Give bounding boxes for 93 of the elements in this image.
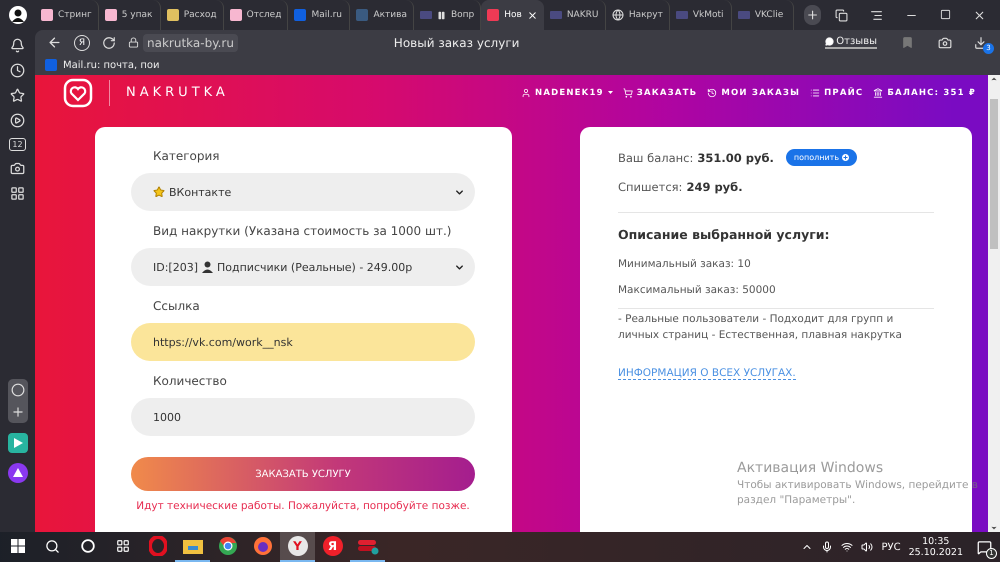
input-field[interactable]: 1000 [131,398,475,436]
profile-avatar-icon[interactable] [8,6,26,24]
address-field[interactable]: nakrutka-by.ru [143,34,238,52]
browser-tab[interactable]: Нов [481,0,544,30]
windows-icon[interactable] [10,539,24,553]
assistant-icon[interactable] [8,463,28,483]
activation-title: Активация Windows [737,460,884,476]
reviews-button[interactable]: Отзывы [825,36,877,49]
select-field[interactable]: ВКонтакте [131,173,475,211]
clock-icon[interactable] [10,63,25,78]
nav-link[interactable]: NADENEK19 [521,88,613,98]
balance-value: 351.00 руб. [697,150,774,164]
charge-label: Спишется: [618,180,682,194]
scrollbar-thumb[interactable] [990,98,998,248]
task-view-icon[interactable] [116,539,130,553]
brand-name: NAKRUTKA [109,80,229,106]
faded-site-icon [420,11,432,19]
microphone-icon[interactable] [821,541,834,553]
new-tab-button[interactable] [804,5,821,25]
site-icon [356,9,368,21]
calendar-icon[interactable]: 12 [9,138,26,151]
nav-link[interactable]: МОИ ЗАКАЗЫ [707,88,800,98]
scroll-up-icon[interactable] [990,75,998,83]
clock-date[interactable]: 25.10.2021 [908,547,963,558]
activation-text: Чтобы активировать Windows, перейдите в раздел "Параметры". [737,478,979,508]
bookmark-icon[interactable] [901,36,914,49]
history-icon [707,88,718,98]
charge-value: 249 руб. [686,180,743,194]
firefox-icon [252,536,272,556]
folder-icon [182,538,202,554]
search-icon[interactable] [45,538,60,554]
faded-site-icon [550,11,562,19]
yandex-browser-icon: Y [288,536,308,556]
star-icon [153,186,165,198]
lock-icon [128,37,139,48]
star-icon[interactable] [10,88,25,103]
cortana-icon[interactable] [80,539,94,553]
yandex-home-icon[interactable]: Я [74,34,90,50]
description-text: - Реальные пользователи - Подходит для групп и личных страниц - Естественная, плавная накрутка [618,312,903,343]
camera-icon[interactable] [10,161,25,176]
circle-icon[interactable] [10,383,24,397]
min-order: Минимальный заказ: 10 [618,258,752,270]
restore-icon[interactable] [940,8,951,20]
list-icon [810,88,820,98]
cart-icon [622,88,633,98]
camera-icon[interactable] [938,36,952,50]
field-label: Категория [153,149,221,163]
globe-icon [612,9,624,21]
close-icon[interactable] [973,8,986,22]
topup-button[interactable]: пополнить [786,149,858,166]
person-icon [202,261,213,273]
nav-link[interactable]: ЗАКАЗАТЬ [622,88,698,98]
bookmark-item[interactable]: Mail.ru: почта, пои [45,59,160,71]
faded-site-icon [676,11,688,19]
field-label: Ссылка [153,299,201,313]
menu-icon[interactable] [870,8,883,22]
faded-site-icon [738,11,750,19]
input-field[interactable]: https://vk.com/work__nsk [131,323,475,361]
play-app-icon[interactable] [8,433,28,453]
play-icon[interactable] [10,113,25,128]
select-field[interactable]: ID:[203] Подписчики (Реальные) - 249.00р [131,248,475,286]
balance-label: Ваш баланс: [618,150,694,164]
nav-link[interactable]: БАЛАНС: 351 ₽ [873,88,976,98]
nav-link[interactable]: ПРАЙС [810,88,864,98]
scroll-down-icon[interactable] [990,524,998,532]
volume-icon[interactable] [861,541,874,553]
stacked-app-icon [356,537,378,555]
bell-icon[interactable] [10,38,25,53]
order-button[interactable]: ЗАКАЗАТЬ УСЛУГУ [131,457,475,491]
plus-circle-icon [842,154,850,161]
yandex-icon: Я [322,536,342,556]
grid-icon[interactable] [10,186,25,201]
reload-icon[interactable] [102,36,116,50]
error-message: Идут технические работы. Пожалуйста, попробуйте позже. [135,500,471,512]
close-icon[interactable] [526,10,538,20]
tabs-icon[interactable] [835,8,848,22]
field-label: Вид накрутки (Указана стоимость за 1000 шт.) [153,224,452,238]
heart-logo-icon[interactable] [63,78,93,108]
scrollbar[interactable] [988,75,1000,532]
opera-icon [148,536,166,556]
notifications-icon[interactable] [977,540,992,554]
user-icon [521,88,531,98]
page-title: Новый заказ услуги [392,36,520,50]
language-indicator[interactable]: РУС [881,542,901,552]
bank-icon [873,88,884,98]
add-icon[interactable] [10,405,24,419]
speech-bubble-icon [825,37,834,46]
back-icon[interactable] [47,35,62,50]
field-label: Количество [153,374,228,388]
description-title: Описание выбранной услуги: [618,227,831,242]
clock-time[interactable]: 10:35 [922,536,950,547]
max-order: Максимальный заказ: 50000 [618,284,777,296]
chrome-icon [218,536,238,556]
